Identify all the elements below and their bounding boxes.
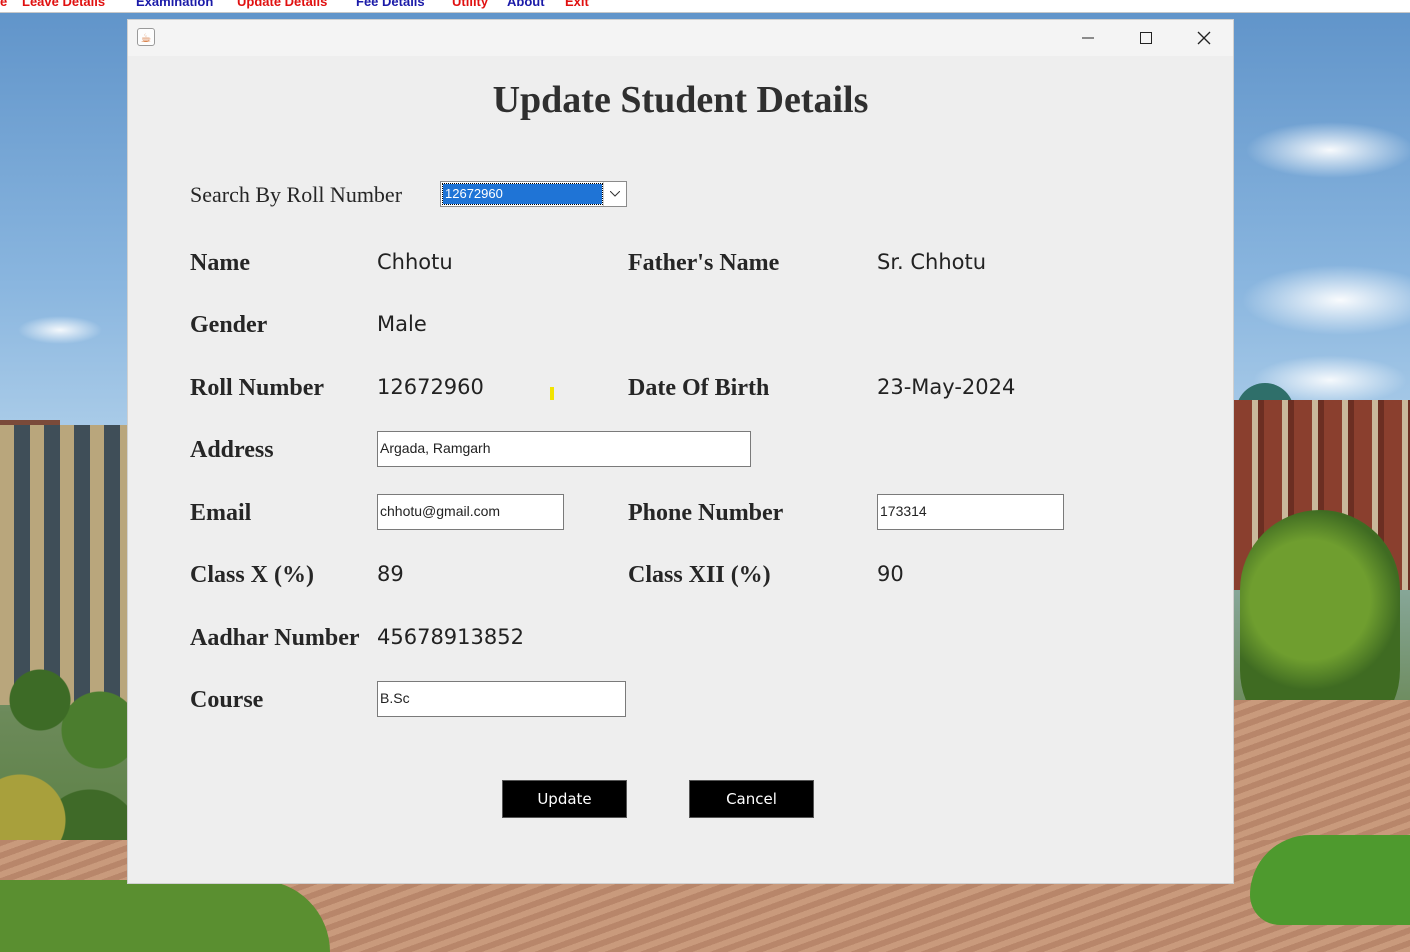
menu-item-about[interactable]: About — [507, 0, 545, 9]
close-button[interactable] — [1175, 20, 1233, 56]
search-roll-label: Search By Roll Number — [190, 182, 403, 207]
background-lawn-right — [1250, 835, 1410, 925]
background-lawn-left — [0, 880, 330, 952]
menu-item-utility[interactable]: Utility — [452, 0, 488, 9]
page-title: Update Student Details — [492, 79, 869, 121]
name-value: Chhotu — [377, 250, 453, 274]
phone-label: Phone Number — [628, 500, 784, 526]
menu-item-partial[interactable]: e — [0, 0, 7, 9]
update-button[interactable]: Update — [502, 780, 627, 818]
email-input[interactable]: chhotu@gmail.com — [377, 494, 564, 530]
aadhar-label: Aadhar Number — [190, 625, 360, 651]
course-input[interactable]: B.Sc — [377, 681, 626, 717]
address-input[interactable]: Argada, Ramgarh — [377, 431, 751, 467]
address-label: Address — [190, 437, 274, 463]
father-name-label: Father's Name — [628, 250, 780, 276]
class-x-value: 89 — [377, 562, 404, 586]
gender-label: Gender — [190, 312, 268, 338]
phone-input[interactable]: 173314 — [877, 494, 1064, 530]
menu-item-examination[interactable]: Examination — [136, 0, 213, 9]
class-x-label: Class X (%) — [190, 562, 314, 588]
roll-number-label: Roll Number — [190, 375, 324, 401]
name-label: Name — [190, 250, 250, 276]
cancel-button[interactable]: Cancel — [689, 780, 814, 818]
chevron-down-icon[interactable] — [603, 182, 626, 206]
course-label: Course — [190, 687, 264, 713]
java-icon[interactable]: ☕ — [137, 28, 155, 46]
update-student-window: ☕ Update Student Details Search By Roll … — [127, 19, 1234, 884]
window-titlebar[interactable]: ☕ — [128, 20, 1233, 56]
maximize-icon — [1140, 32, 1152, 44]
roll-number-value: 12672960 — [377, 375, 484, 399]
class-xii-value: 90 — [877, 562, 904, 586]
roll-number-combobox[interactable]: 12672960 — [440, 181, 627, 207]
combobox-selected-value: 12672960 — [442, 183, 603, 205]
dob-value: 23-May-2024 — [877, 375, 1016, 399]
dob-label: Date Of Birth — [628, 375, 770, 401]
minimize-icon — [1082, 37, 1094, 39]
menu-item-leave-details[interactable]: Leave Details — [22, 0, 105, 9]
gender-value: Male — [377, 312, 427, 336]
menu-item-update-details[interactable]: Update Details — [237, 0, 327, 9]
aadhar-value: 45678913852 — [377, 625, 524, 649]
father-name-value: Sr. Chhotu — [877, 250, 987, 274]
text-cursor-marker — [550, 387, 554, 400]
maximize-button[interactable] — [1117, 20, 1175, 56]
close-icon — [1197, 31, 1211, 45]
menu-item-fee-details[interactable]: Fee Details — [356, 0, 425, 9]
email-label: Email — [190, 500, 252, 526]
minimize-button[interactable] — [1059, 20, 1117, 56]
class-xii-label: Class XII (%) — [628, 562, 771, 588]
menu-item-exit[interactable]: Exit — [565, 0, 589, 9]
main-menubar: e Leave Details Examination Update Detai… — [0, 0, 1410, 13]
